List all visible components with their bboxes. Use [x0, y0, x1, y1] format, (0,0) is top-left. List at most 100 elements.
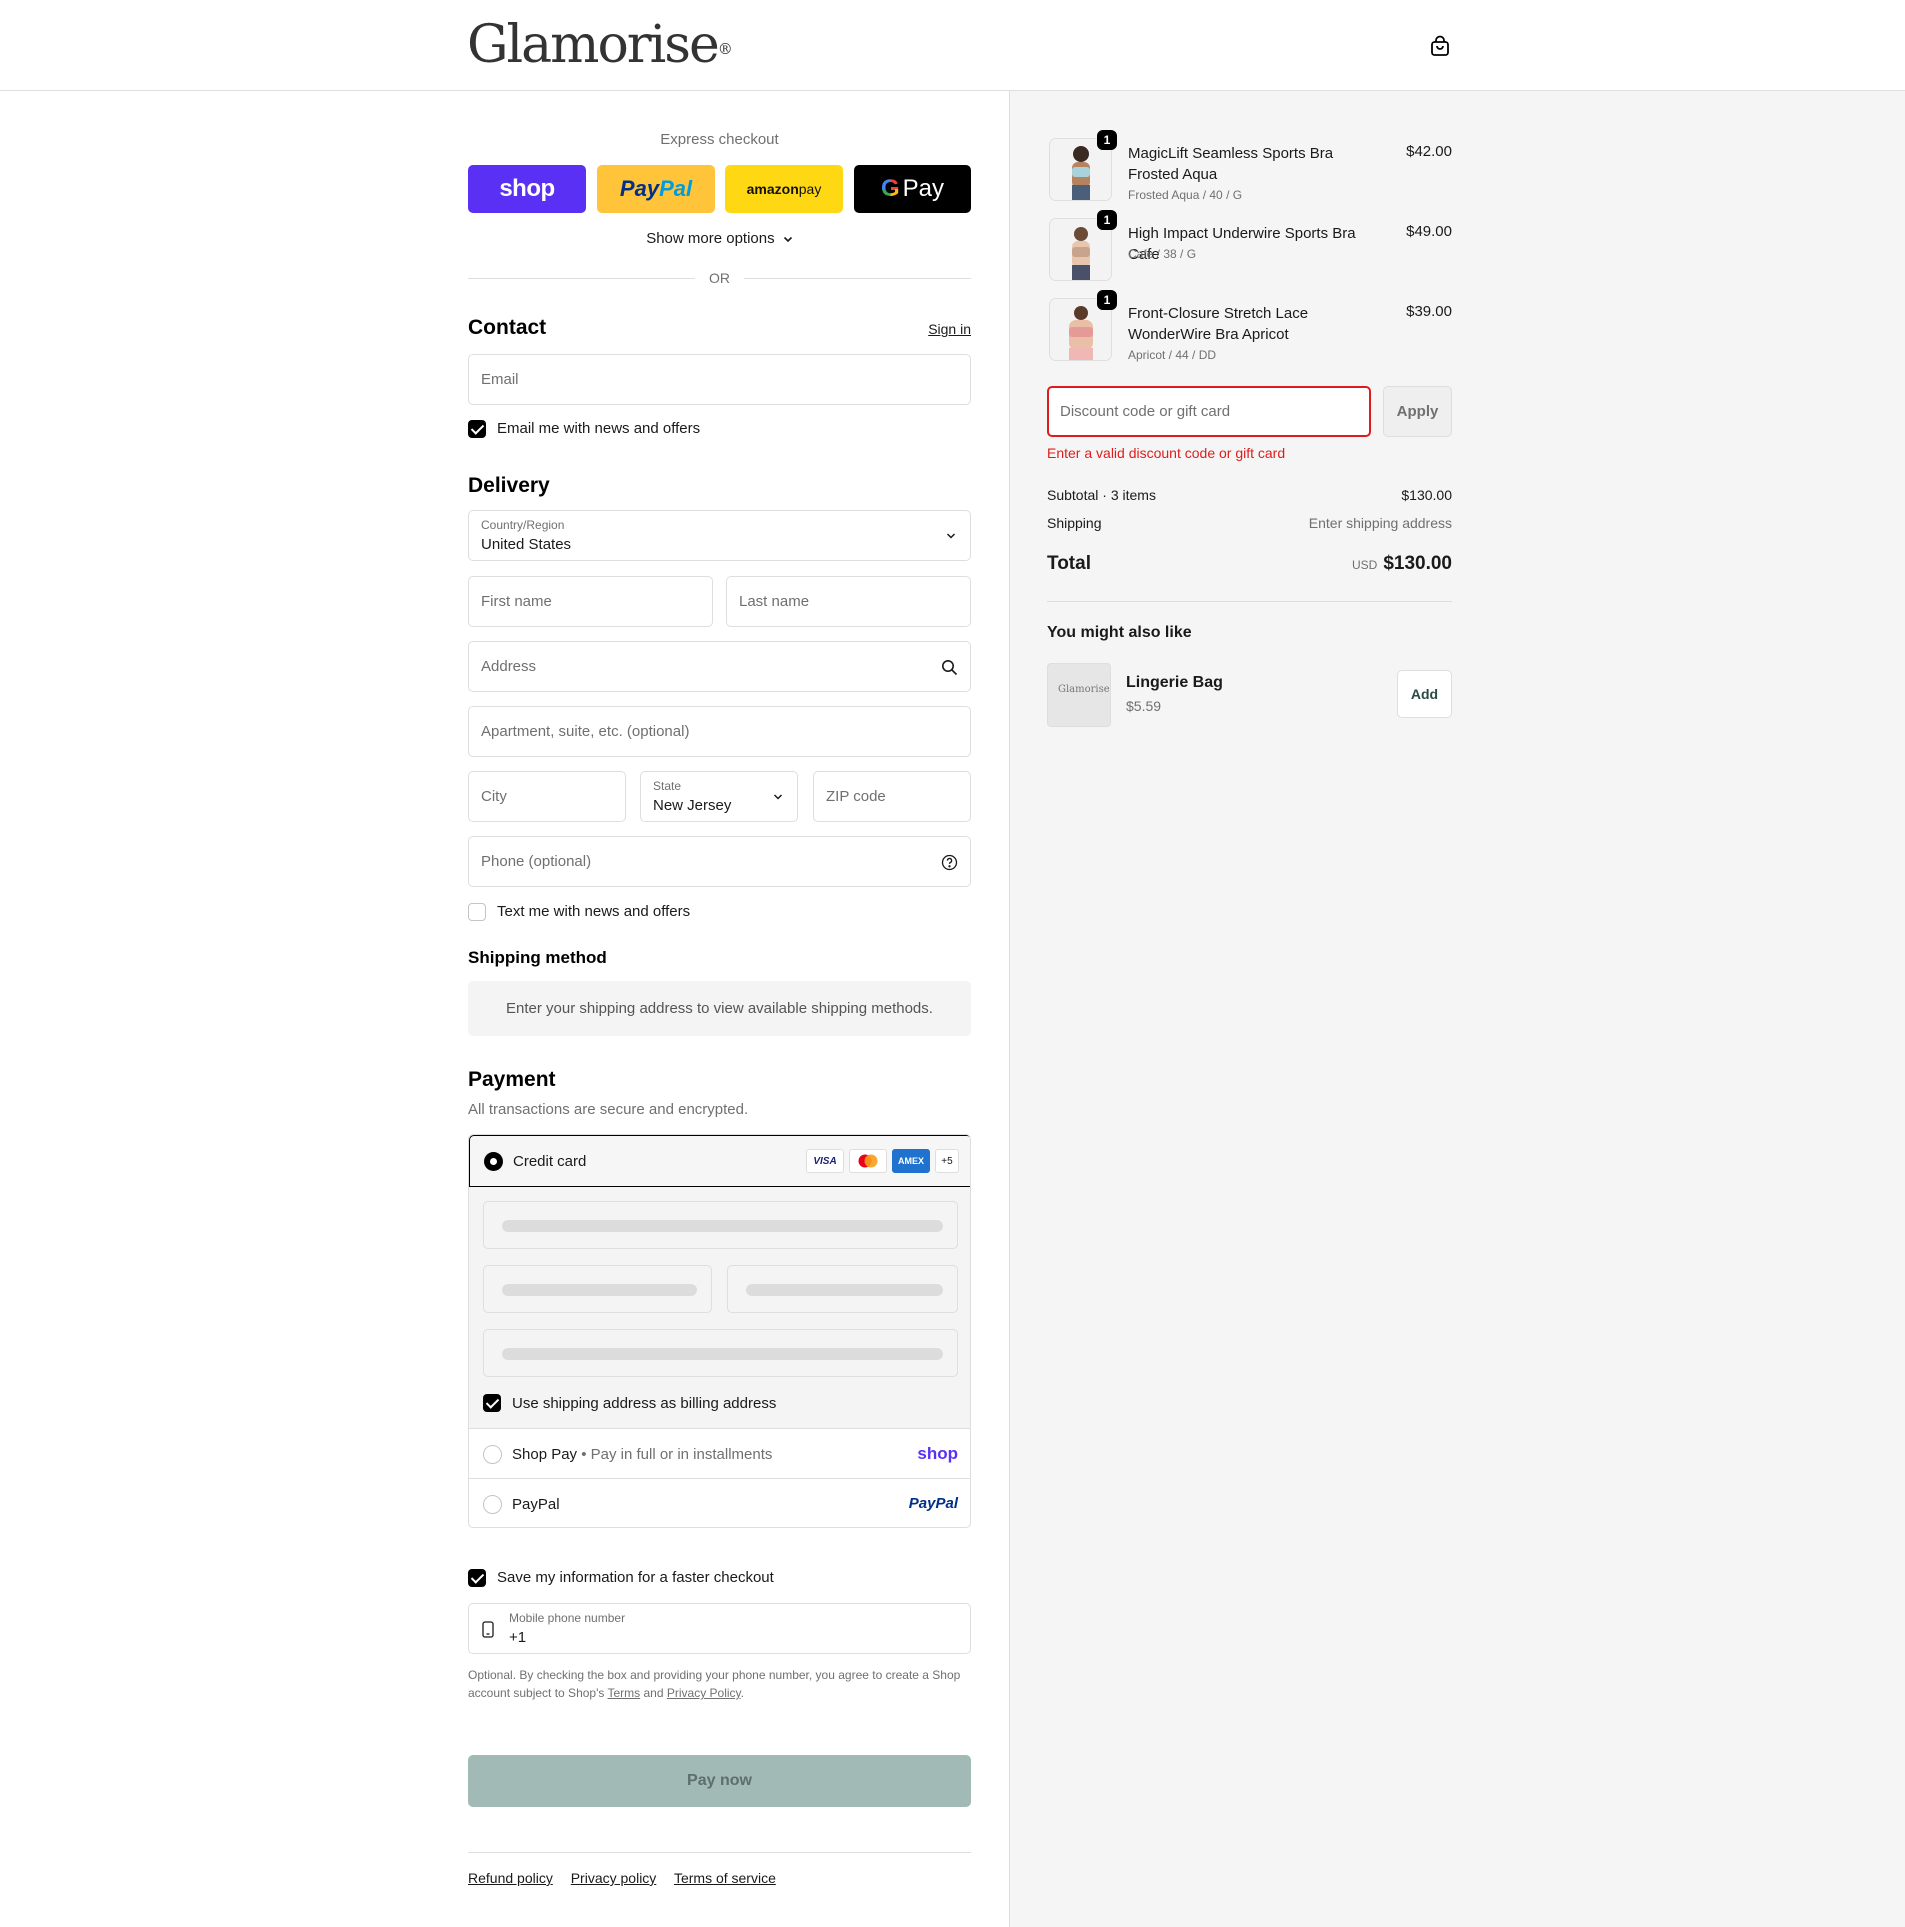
cart-item: 1 Front-Closure Stretch Lace WonderWire … [1047, 290, 1452, 362]
contact-heading: Contact [468, 316, 547, 339]
terms-link[interactable]: Terms [608, 1686, 641, 1700]
paypal-express-button[interactable]: Pay Pal [597, 165, 715, 213]
sign-in-link[interactable]: Sign in [928, 321, 971, 337]
payment-heading: Payment [468, 1068, 556, 1091]
email-news-label: Email me with news and offers [497, 420, 701, 437]
product-variant: Cafe / 38 / G [1128, 247, 1197, 261]
paypal-radio[interactable] [483, 1495, 502, 1514]
total-label: Total [1047, 553, 1091, 574]
mastercard-icon [849, 1149, 887, 1173]
apply-discount-button[interactable]: Apply [1383, 386, 1452, 437]
billing-address-label: Use shipping address as billing address [512, 1395, 777, 1412]
shop-pay-logo: shop [917, 1444, 958, 1463]
product-variant: Apricot / 44 / DD [1128, 348, 1217, 362]
express-checkout-title: Express checkout [660, 131, 779, 148]
help-circle-icon[interactable] [941, 854, 958, 871]
quantity-badge: 1 [1097, 210, 1117, 230]
product-price: $49.00 [1406, 223, 1452, 240]
paypal-label: PayPal [512, 1496, 560, 1513]
product-variant: Frosted Aqua / 40 / G [1128, 188, 1243, 202]
save-info-label: Save my information for a faster checkou… [497, 1569, 774, 1586]
show-more-options-button[interactable]: Show more options [468, 230, 971, 247]
recommended-product-name: Lingerie Bag [1126, 674, 1223, 691]
recommended-product: Glamorise Lingerie Bag $5.59 Add [1047, 663, 1452, 727]
phone-field[interactable]: Phone (optional) [468, 836, 971, 887]
product-name: Front-Closure Stretch Lace WonderWire Br… [1128, 305, 1309, 343]
zip-code-field[interactable]: ZIP code [813, 771, 971, 822]
visa-icon: VISA [806, 1149, 844, 1173]
country-select[interactable]: Country/Region United States [468, 510, 971, 561]
paypal-option[interactable]: PayPal PayPal [469, 1479, 970, 1527]
refund-policy-link[interactable]: Refund policy [468, 1870, 553, 1886]
cart-item: 1 High Impact Underwire Sports Bra Cafe … [1047, 210, 1452, 282]
first-name-field[interactable]: First name [468, 576, 713, 627]
total-row: Total USD $130.00 [1047, 553, 1452, 575]
text-news-label: Text me with news and offers [497, 903, 691, 920]
payment-methods: Credit card VISA AMEX +5 Use shipping ad… [468, 1134, 971, 1528]
add-recommended-button[interactable]: Add [1397, 670, 1452, 718]
chevron-down-icon [773, 794, 783, 800]
footer-links: Refund policy Privacy policy Terms of se… [468, 1870, 790, 1886]
mobile-phone-field[interactable]: Mobile phone number +1 [468, 1603, 971, 1654]
city-field[interactable]: City [468, 771, 626, 822]
shop-pay-option[interactable]: Shop Pay • Pay in full or in installment… [469, 1429, 970, 1479]
shop-pay-express-button[interactable]: shop [468, 165, 586, 213]
or-divider: OR [468, 268, 971, 288]
chevron-down-icon [946, 533, 956, 539]
apartment-field[interactable]: Apartment, suite, etc. (optional) [468, 706, 971, 757]
credit-card-form: Use shipping address as billing address [469, 1187, 970, 1429]
email-news-checkbox[interactable] [468, 420, 486, 438]
name-on-card-field[interactable] [483, 1329, 958, 1377]
glamorise-logo[interactable]: Glamorise® [467, 14, 733, 76]
shipping-method-notice: Enter your shipping address to view avai… [468, 981, 971, 1036]
privacy-policy-footer-link[interactable]: Privacy policy [571, 1870, 657, 1886]
expiration-field[interactable] [483, 1265, 712, 1313]
paypal-logo: PayPal [908, 1495, 958, 1512]
email-field[interactable]: Email [468, 354, 971, 405]
card-number-field[interactable] [483, 1201, 958, 1249]
shop-pay-radio[interactable] [483, 1445, 502, 1464]
shop-pay-label: Shop Pay [512, 1446, 578, 1463]
discount-code-field[interactable]: Discount code or gift card [1047, 386, 1371, 437]
last-name-field[interactable]: Last name [726, 576, 971, 627]
security-code-field[interactable] [727, 1265, 958, 1313]
recommended-product-price: $5.59 [1126, 698, 1162, 714]
payment-secure-note: All transactions are secure and encrypte… [468, 1101, 749, 1118]
text-news-checkbox[interactable] [468, 903, 486, 921]
product-price: $42.00 [1406, 143, 1452, 160]
product-name: MagicLift Seamless Sports Bra Frosted Aq… [1128, 145, 1334, 183]
address-field[interactable]: Address [468, 641, 971, 692]
site-header: Glamorise® [0, 0, 1905, 91]
delivery-heading: Delivery [468, 474, 550, 497]
credit-card-radio[interactable] [484, 1152, 503, 1171]
lingerie-bag-logo: Glamorise [1058, 684, 1110, 695]
mobile-phone-icon [482, 1621, 494, 1638]
state-select[interactable]: State New Jersey [640, 771, 798, 822]
search-icon [942, 660, 958, 676]
amazon-pay-express-button[interactable]: amazon pay [725, 165, 843, 213]
privacy-policy-link[interactable]: Privacy Policy [667, 1686, 741, 1700]
save-info-checkbox[interactable] [468, 1569, 486, 1587]
google-pay-express-button[interactable]: G Pay [854, 165, 971, 213]
order-summary-panel [1009, 91, 1905, 1927]
chevron-down-icon [783, 236, 792, 243]
billing-address-checkbox[interactable] [483, 1394, 501, 1412]
subtotal-value: $130.00 [1401, 487, 1452, 503]
recommendations-heading: You might also like [1047, 624, 1192, 641]
subtotal-label: Subtotal · 3 items [1047, 487, 1156, 503]
product-price: $39.00 [1406, 303, 1452, 320]
quantity-badge: 1 [1097, 130, 1117, 150]
amex-icon: AMEX [892, 1149, 930, 1173]
more-cards-badge: +5 [935, 1149, 959, 1173]
credit-card-option[interactable]: Credit card VISA AMEX +5 [469, 1135, 970, 1187]
pay-now-button[interactable]: Pay now [468, 1755, 971, 1807]
shop-account-disclaimer: Optional. By checking the box and provid… [468, 1668, 961, 1700]
currency-code: USD [1351, 558, 1378, 572]
shopping-bag-icon[interactable] [1430, 35, 1450, 57]
shipping-value: Enter shipping address [1308, 515, 1452, 531]
subtotal-row: Subtotal · 3 items $130.00 [1047, 487, 1452, 503]
total-value: $130.00 [1383, 553, 1452, 574]
terms-of-service-link[interactable]: Terms of service [674, 1870, 776, 1886]
shipping-row: Shipping Enter shipping address [1047, 515, 1452, 531]
shipping-method-heading: Shipping method [468, 948, 607, 967]
